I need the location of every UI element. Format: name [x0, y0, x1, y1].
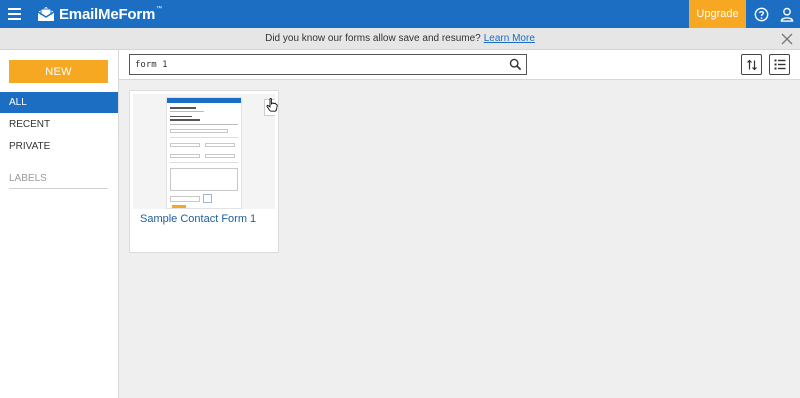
list-view-icon — [774, 59, 785, 70]
brand-name: EmailMeForm™ — [59, 5, 162, 23]
learn-more-link[interactable]: Learn More — [484, 33, 535, 44]
search-input[interactable] — [130, 55, 500, 74]
form-settings-button[interactable] — [264, 99, 275, 116]
hamburger-menu-icon[interactable] — [0, 0, 28, 28]
top-bar: EmailMeForm™ Upgrade — [0, 0, 800, 28]
banner-message: Did you know our forms allow save and re… — [265, 33, 481, 44]
upgrade-button[interactable]: Upgrade — [689, 0, 746, 28]
help-circle-icon[interactable] — [751, 4, 771, 24]
labels-divider — [9, 188, 108, 189]
sort-button[interactable] — [741, 54, 762, 75]
sidebar-item-label: ALL — [9, 97, 27, 108]
labels-heading: LABELS — [9, 173, 47, 184]
sidebar-item-label: RECENT — [9, 119, 51, 130]
close-icon[interactable] — [780, 32, 794, 46]
form-card[interactable]: Sample Contact Form 1 — [129, 90, 279, 253]
logo[interactable]: EmailMeForm™ — [36, 4, 162, 24]
form-thumbnail[interactable] — [133, 94, 275, 209]
user-icon[interactable] — [777, 4, 797, 24]
form-preview — [166, 97, 242, 209]
notice-banner: Did you know our forms allow save and re… — [0, 28, 800, 50]
sidebar-item-recent[interactable]: RECENT — [0, 114, 118, 135]
new-form-button[interactable]: NEW — [9, 60, 108, 83]
search-box — [129, 54, 527, 75]
gear-icon — [268, 103, 275, 112]
envelope-logo-icon — [37, 7, 55, 21]
sidebar-item-label: PRIVATE — [9, 141, 51, 152]
sidebar: NEW ALL RECENT PRIVATE LABELS — [0, 50, 119, 398]
search-icon[interactable] — [509, 58, 522, 71]
sidebar-item-private[interactable]: PRIVATE — [0, 136, 118, 157]
toolbar — [119, 50, 800, 80]
form-title[interactable]: Sample Contact Form 1 — [140, 213, 256, 225]
sort-icon — [746, 59, 757, 70]
view-toggle-button[interactable] — [769, 54, 790, 75]
sidebar-item-all[interactable]: ALL — [0, 92, 118, 113]
